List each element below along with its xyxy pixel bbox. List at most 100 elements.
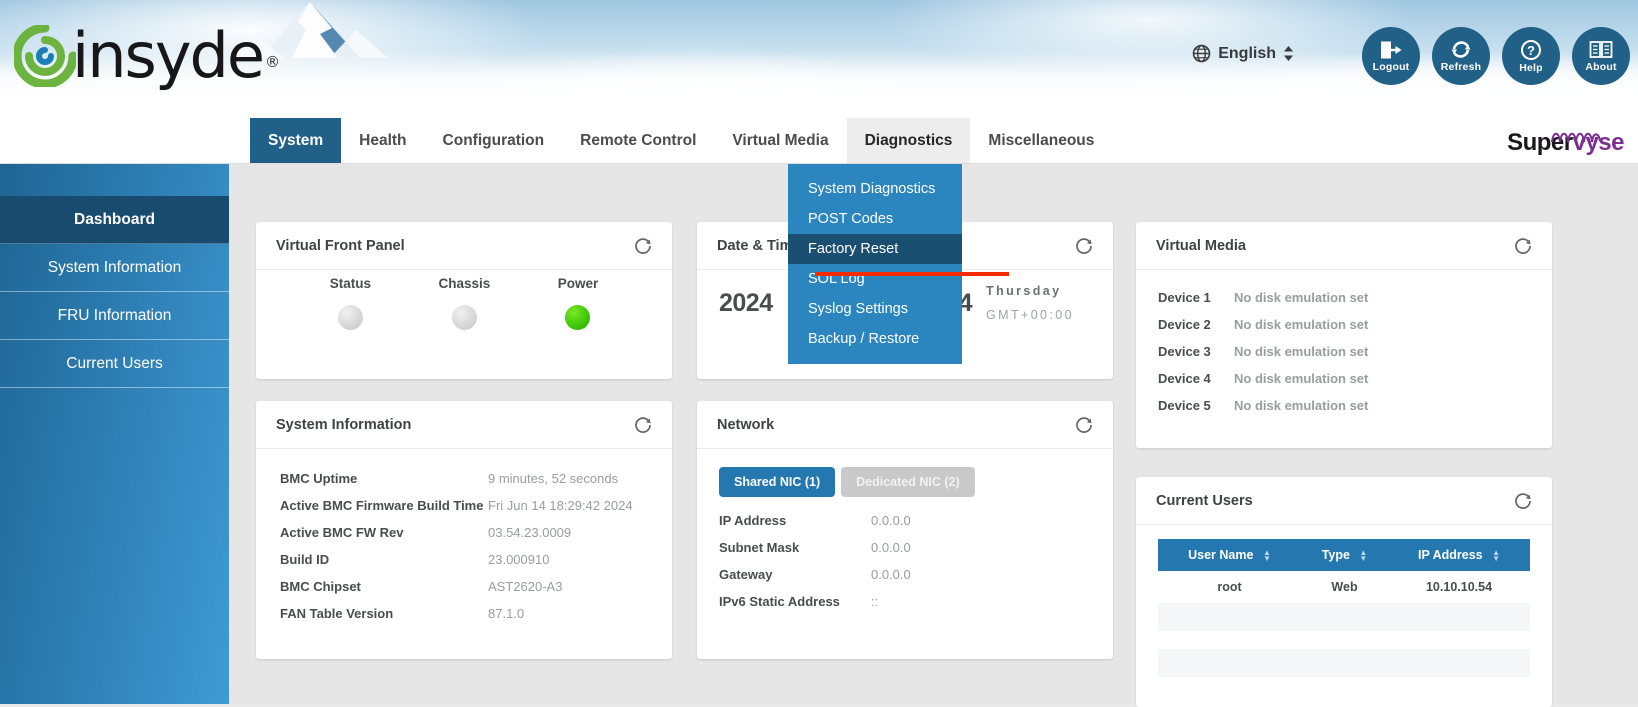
info-value: AST2620-A3 [488,579,563,594]
sort-icon[interactable]: ▲ ▼ [1263,549,1271,562]
info-value: 87.1.0 [488,606,525,621]
list-item: Gateway 0.0.0.0 [719,561,1093,588]
info-label: Active BMC Firmware Build Time [280,498,484,513]
network-value: 0.0.0.0 [871,540,911,555]
nav-item-system[interactable]: System [250,118,342,163]
refresh-icon[interactable] [634,416,652,434]
diagnostics-dropdown-menu: System Diagnostics POST Codes Factory Re… [788,164,962,364]
supervyse-brand: Supervyse [1507,129,1624,157]
nav-item-miscellaneous[interactable]: Miscellaneous [970,118,1112,163]
cell-empty [1301,603,1389,631]
refresh-icon[interactable] [1514,492,1532,510]
insyde-wordmark: insyde [72,19,265,92]
help-button[interactable]: ? Help [1502,27,1560,85]
sidebar-item-fru-information[interactable]: FRU Information [0,292,229,340]
refresh-icon[interactable] [1075,237,1093,255]
device-label: Device 2 [1158,317,1211,332]
sidebar: Dashboard System Information FRU Informa… [0,164,229,704]
device-value: No disk emulation set [1234,371,1369,386]
network-card: Network Shared NIC (1) Dedicated NIC (2)… [697,401,1113,659]
tab-dedicated-nic[interactable]: Dedicated NIC (2) [841,467,975,497]
current-users-table-wrap: User Name ▲ ▼ Type ▲ ▼ IP Address ▲ ▼ ro… [1136,525,1552,677]
sidebar-top-spacer [0,164,229,196]
cell-empty [1301,649,1389,677]
page-banner: insyde ® English Logout Refresh ? Help A… [0,0,1638,118]
up-down-caret-icon [1284,46,1293,61]
column-header-type[interactable]: Type ▲ ▼ [1301,539,1389,571]
trademark-symbol: ® [265,53,280,71]
system-information-list: BMC Uptime 9 minutes, 52 seconds Active … [256,449,672,641]
indicator-label: Chassis [438,276,491,291]
info-value: 03.54.23.0009 [488,525,572,540]
list-item: IPv6 Static Address :: [719,588,1093,615]
indicator-label: Power [557,276,599,291]
network-label: IPv6 Static Address [719,594,840,609]
nav-item-health[interactable]: Health [341,118,424,163]
info-value: Fri Jun 14 18:29:42 2024 [488,498,633,513]
sort-icon[interactable]: ▲ ▼ [1359,549,1367,562]
globe-icon [1192,44,1211,63]
card-title: System Information [276,416,412,433]
card-title: Current Users [1156,492,1253,509]
menu-item-system-diagnostics[interactable]: System Diagnostics [788,174,962,204]
card-title: Virtual Media [1156,237,1246,254]
logout-label: Logout [1372,60,1410,73]
sidebar-item-system-information[interactable]: System Information [0,244,229,292]
cell-ip-address: 10.10.10.54 [1425,580,1493,594]
logout-icon [1381,41,1402,58]
column-label: Type [1321,548,1350,562]
insyde-logo: insyde ® [12,20,280,92]
indicator-chassis: Chassis [438,276,490,330]
column-label: User Name [1188,548,1254,562]
power-led [565,305,591,330]
menu-item-factory-reset[interactable]: Factory Reset [788,234,962,264]
info-label: FAN Table Version [280,606,394,621]
menu-item-backup-restore[interactable]: Backup / Restore [788,324,962,354]
info-label: BMC Uptime [280,471,358,486]
card-header: Virtual Front Panel [256,222,672,270]
language-selector[interactable]: English [1192,44,1294,63]
question-circle-icon: ? [1521,39,1541,60]
list-item: Device 5 No disk emulation set [1158,392,1532,419]
card-header: Network [697,401,1113,449]
nic-tabs: Shared NIC (1) Dedicated NIC (2) [719,463,1093,507]
nav-item-remote-control[interactable]: Remote Control [562,118,714,163]
device-value: No disk emulation set [1234,317,1369,332]
cell-empty [1158,603,1301,631]
nav-item-configuration[interactable]: Configuration [425,118,563,163]
list-item: Active BMC Firmware Build Time Fri Jun 1… [280,492,652,519]
refresh-icon[interactable] [634,237,652,255]
insyde-logo-text: insyde ® [72,25,280,87]
logout-button[interactable]: Logout [1362,27,1420,85]
refresh-icon [1451,41,1471,58]
menu-item-sol-log[interactable]: SOL Log [788,264,962,294]
sidebar-item-current-users[interactable]: Current Users [0,340,229,388]
refresh-label: Refresh [1440,61,1482,73]
menu-item-syslog-settings[interactable]: Syslog Settings [788,294,962,324]
list-item: Subnet Mask 0.0.0.0 [719,534,1093,561]
refresh-button[interactable]: Refresh [1432,27,1490,85]
table-row[interactable]: root Web 10.10.10.54 [1158,571,1530,603]
network-value: 0.0.0.0 [871,567,911,582]
indicator-label: Status [329,276,371,291]
sort-icon[interactable]: ▲ ▼ [1492,549,1500,562]
column-header-ip-address[interactable]: IP Address ▲ ▼ [1388,539,1530,571]
weekday-label: Thursday [986,284,1062,298]
about-button[interactable]: About [1572,27,1630,85]
column-header-user-name[interactable]: User Name ▲ ▼ [1158,539,1301,571]
nav-item-virtual-media[interactable]: Virtual Media [714,118,846,163]
refresh-icon[interactable] [1514,237,1532,255]
refresh-icon[interactable] [1075,416,1093,434]
info-label: Build ID [280,552,330,567]
current-users-card: Current Users User Name ▲ ▼ Type ▲ ▼ IP … [1136,477,1552,707]
list-item: Device 1 No disk emulation set [1158,284,1532,311]
virtual-front-panel-card: Virtual Front Panel Status Chassis Power [256,222,672,379]
tab-shared-nic[interactable]: Shared NIC (1) [719,467,836,497]
indicator-power: Power [557,276,599,330]
main-navigation: System Health Configuration Remote Contr… [0,118,1638,164]
menu-item-post-codes[interactable]: POST Codes [788,204,962,234]
nav-item-diagnostics[interactable]: Diagnostics [846,118,971,163]
sidebar-item-dashboard[interactable]: Dashboard [0,196,229,244]
device-value: No disk emulation set [1234,398,1369,413]
